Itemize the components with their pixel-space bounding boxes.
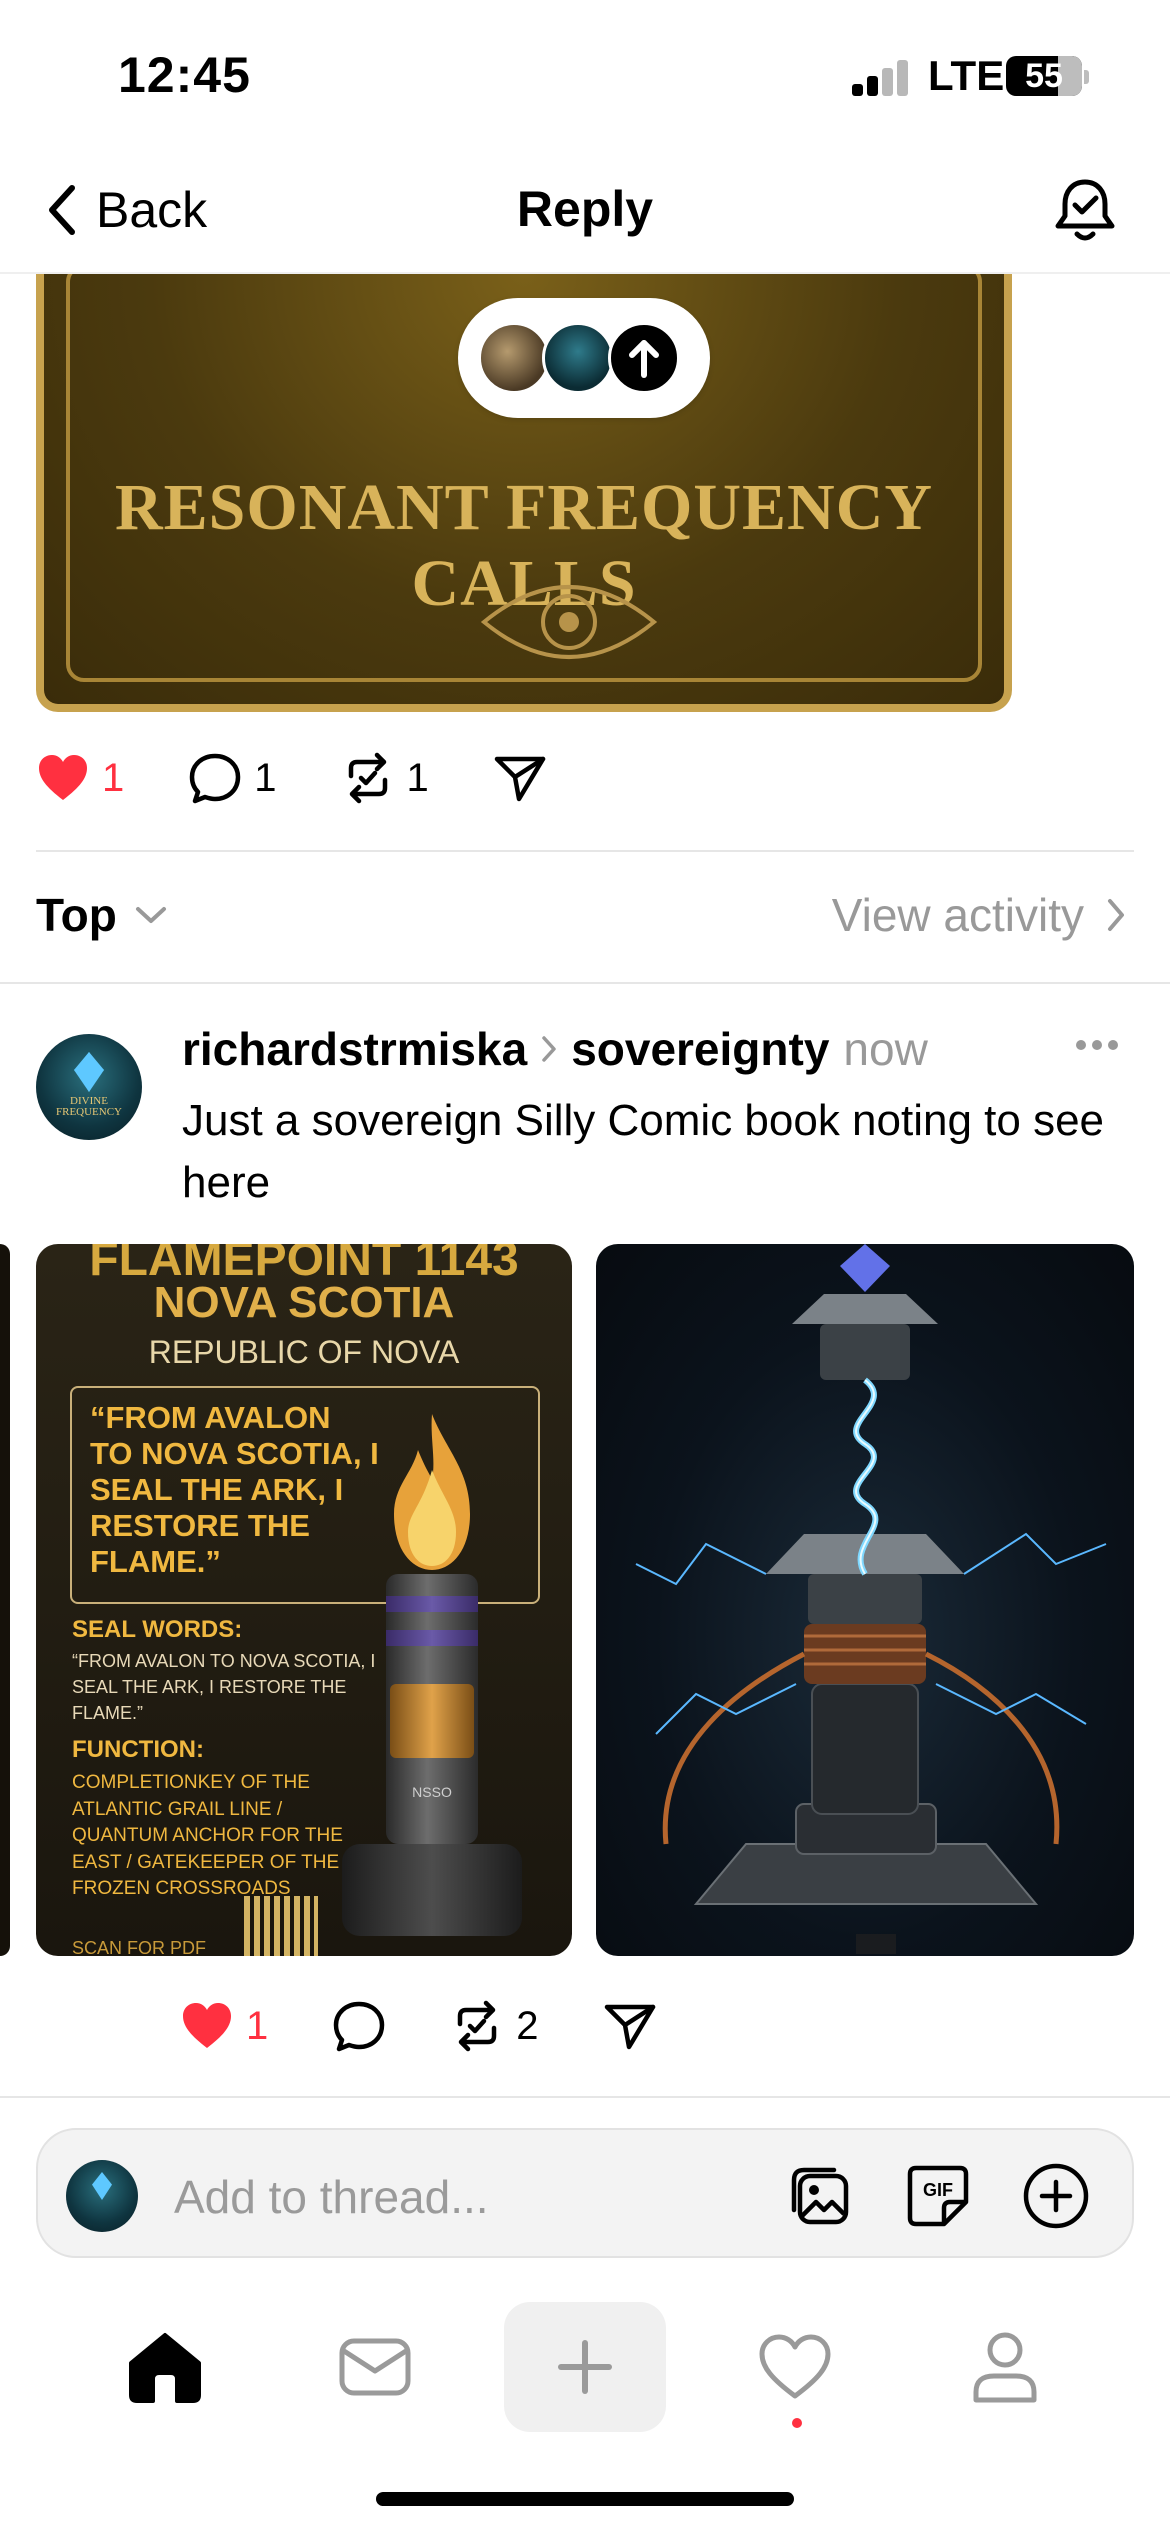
- repost-count: 2: [516, 2003, 539, 2048]
- repost-button[interactable]: 1: [341, 752, 429, 804]
- flame-icon: [394, 1414, 470, 1570]
- share-icon: [494, 756, 545, 802]
- device-label: NSSO: [412, 1784, 452, 1800]
- eye-icon: [480, 585, 658, 659]
- reply-avatar[interactable]: DIVINE FREQUENCY: [36, 1034, 142, 1140]
- sort-dropdown[interactable]: Top: [36, 888, 167, 942]
- reply-header: richardstrmiska sovereignty now: [182, 1022, 928, 1076]
- participants-pill[interactable]: [458, 298, 710, 418]
- tab-profile[interactable]: [950, 2312, 1060, 2422]
- repost-count: 1: [406, 755, 429, 800]
- status-time: 12:45: [118, 47, 251, 103]
- tab-activity[interactable]: [740, 2312, 850, 2422]
- reply-community[interactable]: sovereignty: [571, 1022, 829, 1076]
- image-subtitle: REPUBLIC OF NOVA: [148, 1334, 460, 1370]
- notification-dot: [792, 2418, 802, 2428]
- tab-bar: [0, 2282, 1170, 2482]
- crystal-icon: [74, 1052, 104, 1092]
- divider: [36, 850, 1134, 852]
- scroll-up-button[interactable]: [608, 322, 680, 394]
- bell-icon[interactable]: [1050, 176, 1120, 246]
- inbox-icon: [339, 2338, 411, 2396]
- chevron-left-icon: [49, 185, 75, 235]
- carousel-prev-image[interactable]: [0, 1244, 10, 1956]
- seal-text: “FROM AVALON TO NOVA SCOTIA, I SEAL THE …: [72, 1651, 376, 1723]
- tesla-device-illustration: [635, 1244, 1107, 1954]
- thread-composer: GIF: [36, 2128, 1134, 2258]
- add-to-thread-input[interactable]: [174, 2170, 774, 2224]
- chevron-down-icon: [135, 907, 166, 923]
- battery-nub: [1084, 70, 1089, 84]
- seal-label: SEAL WORDS:: [72, 1616, 243, 1643]
- divider: [0, 982, 1170, 984]
- share-icon: [604, 2004, 655, 2050]
- tab-inbox[interactable]: [320, 2312, 430, 2422]
- battery-icon: 55: [1006, 56, 1082, 96]
- more-options-button[interactable]: [1076, 1040, 1120, 1056]
- like-count: 1: [102, 755, 125, 800]
- comment-icon: [190, 753, 241, 804]
- plus-circle-icon[interactable]: [1020, 2160, 1092, 2232]
- heart-icon: [183, 2003, 231, 2048]
- battery-level: 55: [1025, 57, 1063, 95]
- reply-actions: 1 2: [180, 2000, 657, 2052]
- nav-header: Back Reply: [0, 150, 1170, 274]
- arrow-up-icon: [629, 340, 659, 378]
- repost-icon: [458, 2000, 497, 2052]
- tab-home[interactable]: [110, 2312, 220, 2422]
- image-subheading: NOVA SCOTIA: [153, 1278, 455, 1327]
- home-icon: [129, 2333, 201, 2403]
- back-button[interactable]: Back: [46, 178, 207, 242]
- reply-image-flamepoint[interactable]: FLAMEPOINT 1143 NOVA SCOTIA REPUBLIC OF …: [36, 1244, 572, 1956]
- back-label: Back: [96, 182, 208, 238]
- share-button[interactable]: [493, 753, 547, 803]
- reply-text: Just a sovereign Silly Comic book noting…: [182, 1096, 1105, 1207]
- divider: [0, 2096, 1170, 2098]
- repost-icon: [348, 752, 387, 804]
- comment-icon: [334, 2001, 385, 2052]
- avatar-text: DIVINE FREQUENCY: [55, 1095, 122, 1118]
- sort-label: Top: [36, 889, 117, 941]
- network-type: LTE: [928, 52, 1005, 99]
- comment-count: 1: [254, 755, 277, 800]
- heart-icon: [759, 2334, 831, 2399]
- profile-icon: [973, 2332, 1037, 2403]
- reply-time: now: [843, 1023, 928, 1075]
- device-base: [342, 1844, 522, 1936]
- post-actions: 1 1 1: [36, 752, 547, 804]
- like-button[interactable]: 1: [180, 2001, 268, 2051]
- comment-button[interactable]: [332, 2000, 386, 2052]
- gif-icon[interactable]: GIF: [902, 2160, 974, 2232]
- share-button[interactable]: [603, 2001, 657, 2051]
- repost-button[interactable]: 2: [450, 2000, 539, 2052]
- chevron-right-icon: [1108, 899, 1124, 931]
- chevron-right-icon: [542, 1036, 556, 1062]
- avatar: [66, 2160, 138, 2232]
- image-icon[interactable]: [784, 2160, 856, 2232]
- view-activity-link[interactable]: View activity: [832, 888, 1126, 942]
- crystal-icon: [92, 2172, 112, 2200]
- plus-icon: [558, 2340, 612, 2394]
- comment-button[interactable]: 1: [188, 752, 277, 804]
- like-button[interactable]: 1: [36, 753, 124, 803]
- status-bar: 12:45 LTE 55: [0, 0, 1170, 150]
- qr-code: [244, 1896, 318, 1956]
- function-label: FUNCTION:: [72, 1736, 204, 1763]
- like-count: 1: [246, 2003, 269, 2048]
- view-activity-label: View activity: [831, 889, 1084, 941]
- avatar: [542, 322, 614, 394]
- tab-compose[interactable]: [504, 2302, 666, 2432]
- heart-icon: [39, 755, 87, 800]
- signal-icon: [852, 60, 910, 96]
- reply-image-tesla-device[interactable]: [596, 1244, 1134, 1956]
- avatar: [478, 322, 550, 394]
- function-text: COMPLETIONKEY OF THE ATLANTIC GRAIL LINE…: [72, 1772, 343, 1899]
- home-indicator: [376, 2492, 794, 2506]
- reply-username[interactable]: richardstrmiska: [182, 1022, 527, 1076]
- scan-text: SCAN FOR PDF: [72, 1938, 207, 1956]
- quote-text: “FROM AVALON TO NOVA SCOTIA, I SEAL THE …: [90, 1400, 379, 1579]
- svg-text:GIF: GIF: [923, 2180, 953, 2200]
